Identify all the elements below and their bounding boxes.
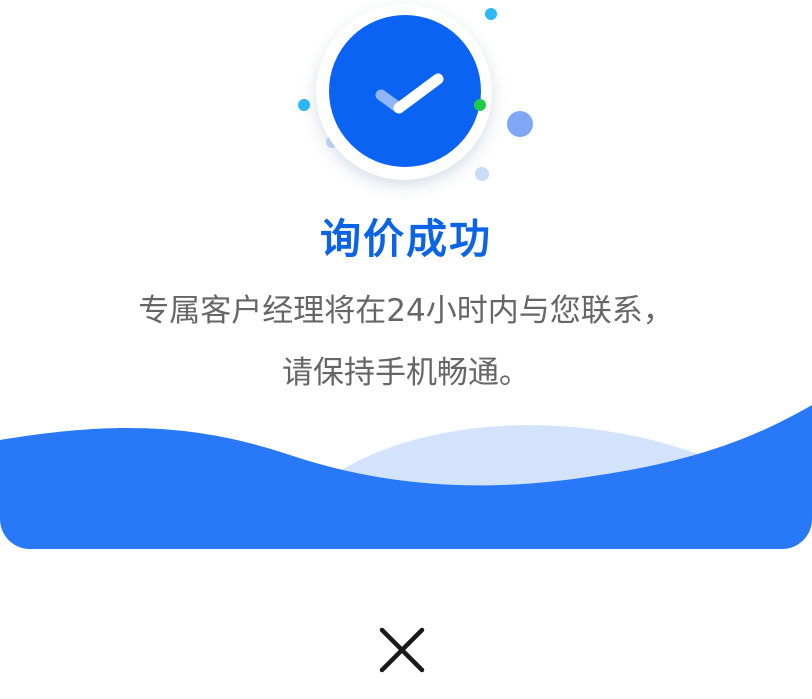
dialog-message-line1: 专属客户经理将在24小时内与您联系， [138, 293, 674, 329]
success-badge [296, 0, 536, 190]
success-dialog: 询价成功 专属客户经理将在24小时内与您联系， 请保持手机畅通。 [0, 0, 812, 549]
check-icon [375, 73, 444, 114]
decor-dot [298, 99, 310, 111]
decor-dot [474, 99, 486, 111]
dialog-title: 询价成功 [320, 215, 492, 263]
decor-dot [485, 8, 497, 20]
decor-dot [475, 167, 489, 181]
page: 询价成功 专属客户经理将在24小时内与您联系， 请保持手机畅通。 [0, 0, 812, 699]
close-icon [379, 627, 425, 673]
close-button[interactable] [376, 624, 428, 676]
decor-dot [507, 111, 533, 137]
wave-decoration [0, 405, 812, 549]
